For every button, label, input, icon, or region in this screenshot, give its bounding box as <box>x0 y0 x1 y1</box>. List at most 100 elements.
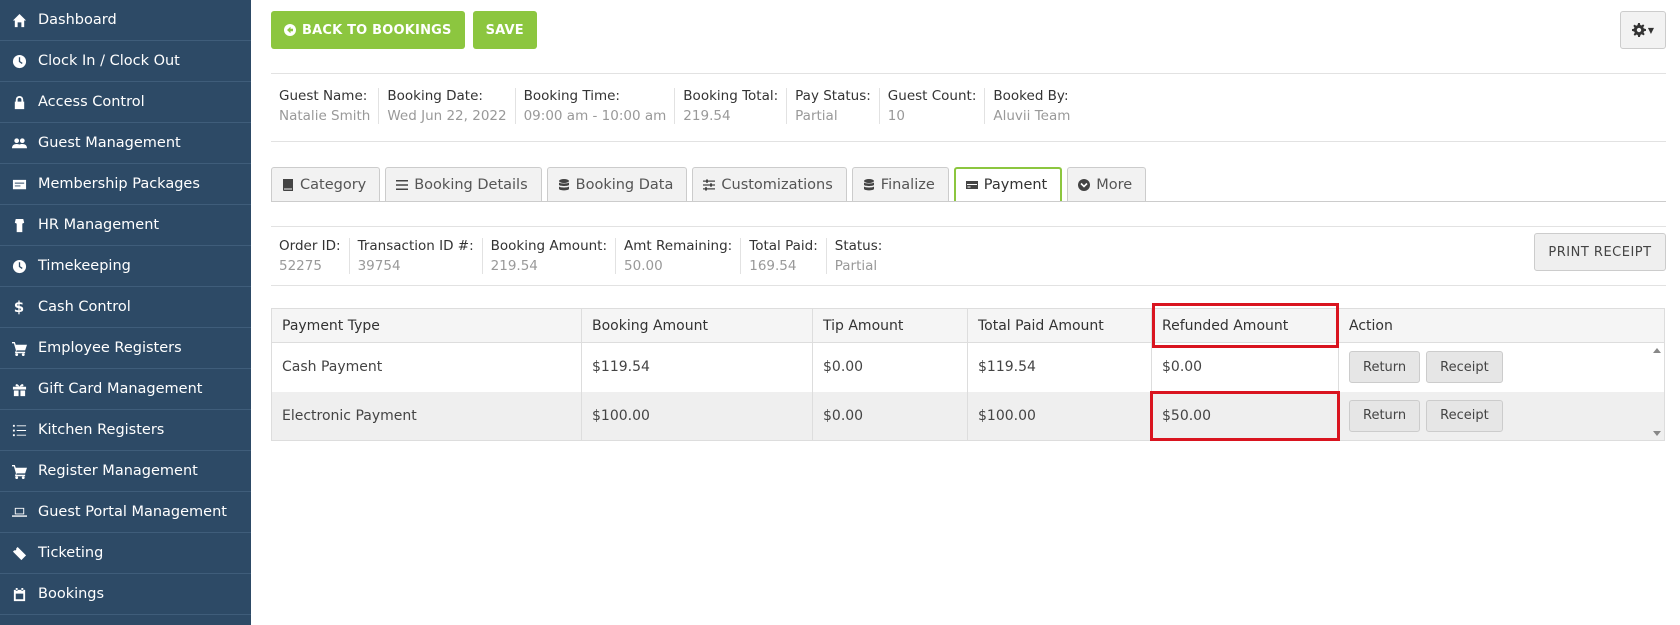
calendar-icon <box>9 585 29 603</box>
table-header-row: Payment Type Booking Amount Tip Amount T… <box>271 308 1665 343</box>
booking-time-info: Booking Time: 09:00 am - 10:00 am <box>514 88 675 124</box>
booking-info: Guest Name: Natalie Smith Booking Date: We… <box>271 88 1078 124</box>
list-icon <box>9 421 29 439</box>
sidebar-item-hr-management[interactable]: HR Management <box>0 205 251 246</box>
info-value: Aluvii Team <box>993 108 1071 124</box>
info-label: Guest Count: <box>887 88 977 104</box>
order-info: Order ID: 52275 Transaction ID #: 39754 Bo… <box>271 238 890 274</box>
booked-by-info: Booked By: Aluvii Team <box>984 88 1078 124</box>
info-value: 52275 <box>279 258 322 274</box>
payment-type-cell: Cash Payment <box>271 342 582 392</box>
tab-booking-details[interactable]: Booking Details <box>385 167 542 201</box>
settings-dropdown-button[interactable]: ▼ <box>1620 11 1666 49</box>
sidebar-item-clock-in-out[interactable]: Clock In / Clock Out <box>0 41 251 82</box>
list-icon <box>396 179 409 190</box>
tip-amount-cell: $0.00 <box>812 342 968 392</box>
receipt-button[interactable]: Receipt <box>1426 399 1503 432</box>
total-paid-cell: $100.00 <box>967 391 1152 441</box>
scroll-down-icon[interactable] <box>1653 431 1661 436</box>
info-value: 50.00 <box>624 258 663 274</box>
cart-icon <box>9 339 29 357</box>
info-value: 10 <box>887 108 905 124</box>
info-value: Partial <box>834 258 878 274</box>
booking-amount-info: Booking Amount: 219.54 <box>481 238 615 274</box>
chevron-circle-icon <box>1078 178 1091 191</box>
sidebar-item-label: Membership Packages <box>38 176 200 192</box>
sidebar-item-label: Kitchen Registers <box>38 422 165 438</box>
sidebar-item-label: Register Management <box>38 463 198 479</box>
database-icon <box>558 178 569 190</box>
sidebar-item-label: Bookings <box>38 586 105 602</box>
divider <box>271 73 1666 74</box>
sidebar-item-timekeeping[interactable]: Timekeeping <box>0 246 251 287</box>
info-value: 169.54 <box>749 258 797 274</box>
sidebar-item-employee-registers[interactable]: Employee Registers <box>0 328 251 369</box>
gear-icon <box>1631 23 1646 37</box>
sidebar: Dashboard Clock In / Clock Out Access Co… <box>0 0 251 625</box>
info-label: Total Paid: <box>749 238 818 254</box>
amt-remaining-info: Amt Remaining: 50.00 <box>615 238 740 274</box>
order-id-info: Order ID: 52275 <box>271 238 349 274</box>
column-header: Booking Amount <box>581 308 813 343</box>
sliders-icon <box>703 179 716 190</box>
info-value: 39754 <box>357 258 401 274</box>
sidebar-item-gift-card-management[interactable]: Gift Card Management <box>0 369 251 410</box>
transaction-id-info: Transaction ID #: 39754 <box>348 238 482 274</box>
user-tie-icon <box>9 216 29 234</box>
pay-status-info: Pay Status: Partial <box>786 88 879 124</box>
guest-count-info: Guest Count: 10 <box>878 88 985 124</box>
divider <box>271 285 1666 286</box>
column-header: Total Paid Amount <box>967 308 1152 343</box>
info-label: Order ID: <box>279 238 341 254</box>
info-label: Status: <box>834 238 883 254</box>
refunded-header-highlight <box>1152 303 1339 348</box>
ticket-icon <box>9 544 29 562</box>
table-row: Cash Payment $119.54 $0.00 $119.54 $0.00… <box>271 342 1665 392</box>
sidebar-item-register-management[interactable]: Register Management <box>0 451 251 492</box>
table-scrollbar[interactable] <box>1649 342 1666 442</box>
tab-payment[interactable]: Payment <box>953 167 1063 201</box>
back-to-bookings-button[interactable]: BACK TO BOOKINGS <box>271 11 465 49</box>
refunded-amount-cell: $0.00 <box>1151 342 1339 392</box>
sidebar-item-guest-management[interactable]: Guest Management <box>0 123 251 164</box>
column-header: Payment Type <box>271 308 582 343</box>
total-paid-cell: $119.54 <box>967 342 1152 392</box>
sidebar-item-bookings[interactable]: Bookings <box>0 574 251 615</box>
sidebar-item-label: Clock In / Clock Out <box>38 53 180 69</box>
info-value: Wed Jun 22, 2022 <box>387 108 507 124</box>
sidebar-item-ticketing[interactable]: Ticketing <box>0 533 251 574</box>
booking-amount-cell: $119.54 <box>581 342 813 392</box>
refunded-value-highlight <box>1150 391 1340 441</box>
return-button[interactable]: Return <box>1349 399 1421 432</box>
clock-icon <box>9 52 29 70</box>
info-label: Booking Date: <box>387 88 483 104</box>
caret-down-icon: ▼ <box>1647 25 1655 35</box>
info-label: Booked By: <box>993 88 1069 104</box>
divider <box>271 141 1666 142</box>
tab-category[interactable]: Category <box>271 167 381 201</box>
tab-booking-data[interactable]: Booking Data <box>546 167 688 201</box>
info-label: Pay Status: <box>795 88 871 104</box>
sidebar-item-access-control[interactable]: Access Control <box>0 82 251 123</box>
sidebar-item-membership-packages[interactable]: Membership Packages <box>0 164 251 205</box>
info-label: Booking Time: <box>523 88 620 104</box>
booking-date-info: Booking Date: Wed Jun 22, 2022 <box>378 88 514 124</box>
return-button[interactable]: Return <box>1349 351 1421 384</box>
tab-finalize[interactable]: Finalize <box>851 167 949 201</box>
sidebar-item-cash-control[interactable]: $ Cash Control <box>0 287 251 328</box>
print-receipt-button[interactable]: PRINT RECEIPT <box>1534 233 1666 271</box>
status-info: Status: Partial <box>825 238 891 274</box>
tab-more[interactable]: More <box>1067 167 1147 201</box>
sidebar-item-label: Cash Control <box>38 299 131 315</box>
scroll-up-icon[interactable] <box>1653 348 1661 353</box>
tab-label: Payment <box>983 177 1048 193</box>
sidebar-item-dashboard[interactable]: Dashboard <box>0 0 251 41</box>
tab-customizations[interactable]: Customizations <box>692 167 847 201</box>
sidebar-item-guest-portal-management[interactable]: Guest Portal Management <box>0 492 251 533</box>
toolbar: BACK TO BOOKINGS SAVE <box>271 11 537 49</box>
main-content: BACK TO BOOKINGS SAVE ▼ Guest Name: Natal… <box>251 0 1680 625</box>
save-button[interactable]: SAVE <box>472 11 537 49</box>
receipt-button[interactable]: Receipt <box>1426 351 1503 384</box>
sidebar-item-kitchen-registers[interactable]: Kitchen Registers <box>0 410 251 451</box>
total-paid-info: Total Paid: 169.54 <box>740 238 826 274</box>
